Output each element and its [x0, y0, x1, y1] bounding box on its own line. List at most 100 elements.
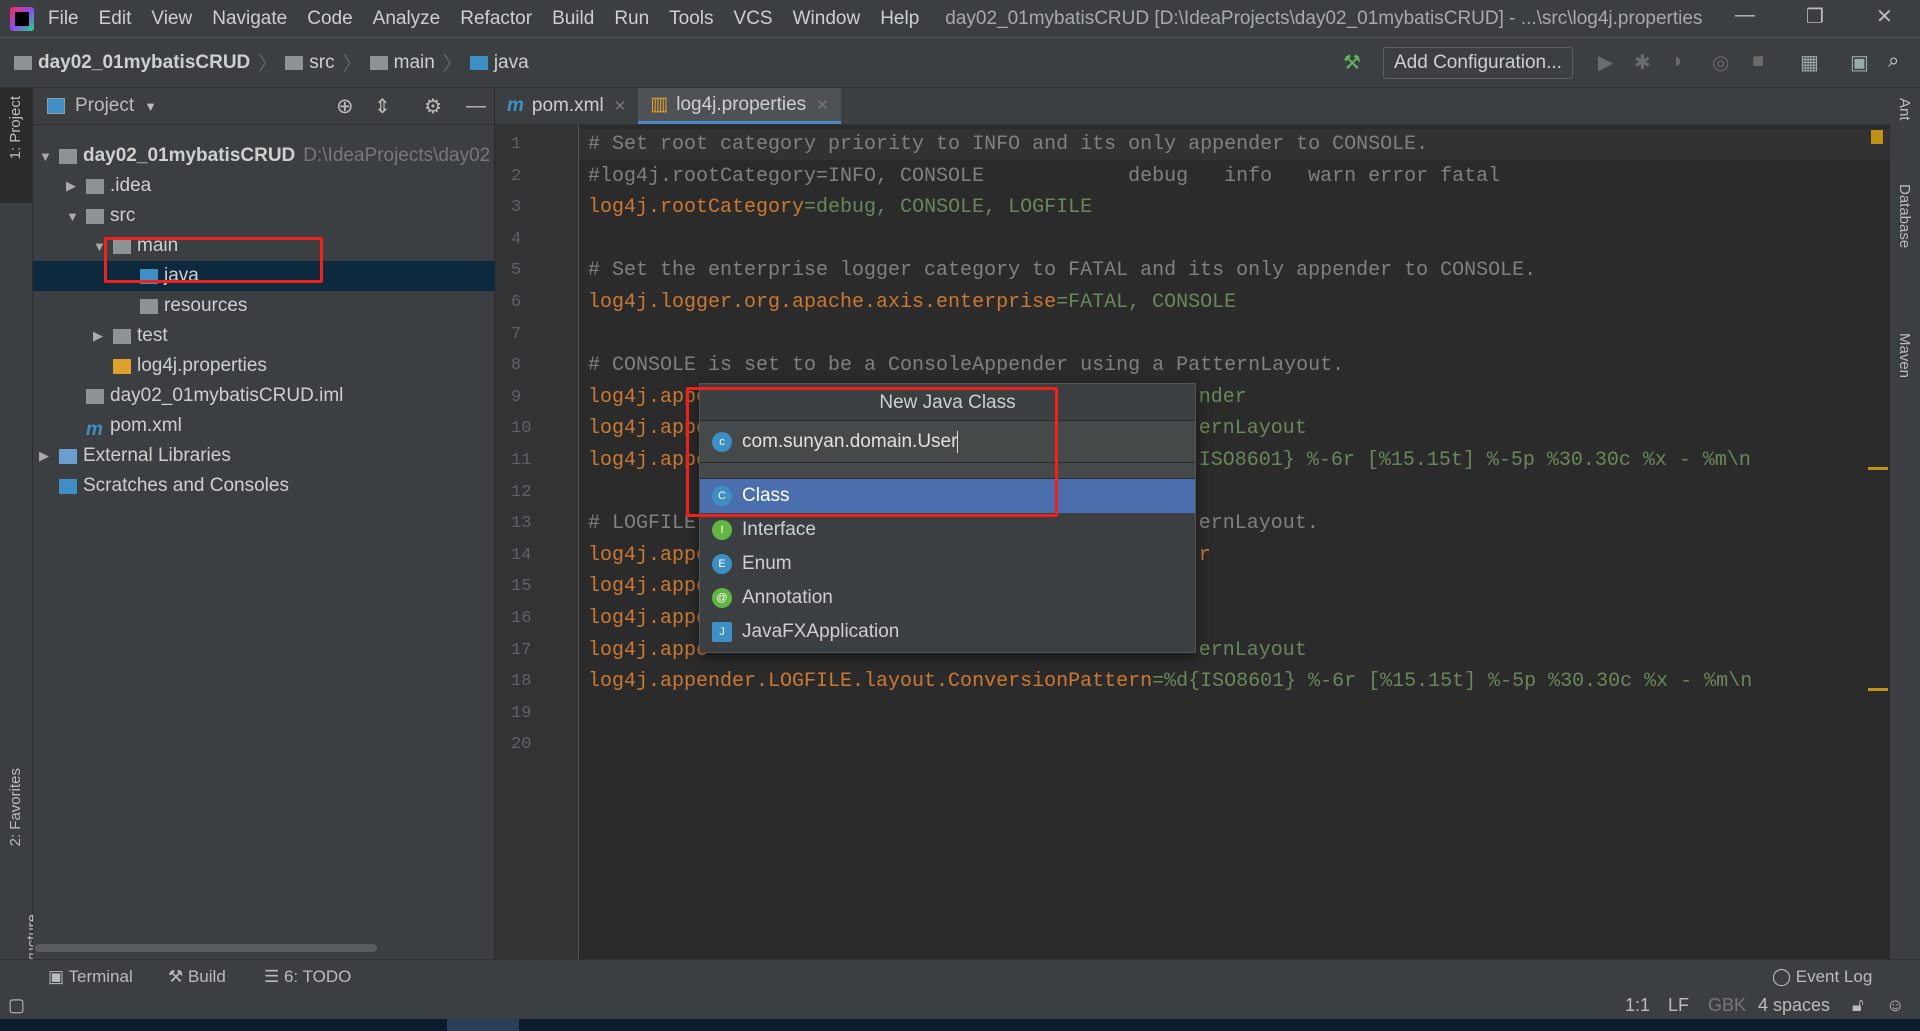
menu-code[interactable]: Code	[307, 8, 352, 30]
menu-edit[interactable]: Edit	[99, 8, 132, 30]
kind-enum[interactable]: E Enum	[700, 547, 1195, 581]
terminal-tool-button[interactable]: ▣ Terminal	[48, 967, 133, 987]
hammer-icon: ⚒	[168, 967, 188, 986]
tree-item-label: External Libraries	[83, 445, 231, 466]
stop-icon[interactable]: ■	[1752, 50, 1764, 73]
collapsed-arrow-icon[interactable]: ▶	[39, 448, 59, 464]
minimize-icon[interactable]: —	[1735, 4, 1755, 27]
breadcrumb-main[interactable]: main	[369, 52, 435, 74]
window-title: day02_01mybatisCRUD [D:\IdeaProjects\day…	[945, 7, 1703, 29]
tree-item[interactable]: ▼ day02_01mybatisCRUD D:\IdeaProjects\day0…	[33, 141, 495, 171]
terminal-window-icon[interactable]: ▣	[1850, 50, 1869, 75]
project-panel: Project ▼ ⊕ ⇕ ⚙ — ▼ day02_01mybatisCRUD D:…	[33, 88, 495, 959]
expanded-arrow-icon[interactable]: ▼	[39, 149, 59, 164]
horizontal-scrollbar[interactable]	[35, 944, 377, 952]
hector-icon[interactable]: ☺	[1886, 995, 1904, 1016]
coverage-icon[interactable]: ◗	[1672, 50, 1684, 73]
tree-item[interactable]: Scratches and Consoles	[33, 471, 495, 501]
menu-tools[interactable]: Tools	[669, 8, 713, 30]
indent-setting[interactable]: 4 spaces	[1758, 995, 1830, 1016]
build-tool-button[interactable]: ⚒ Build	[168, 967, 226, 987]
menu-view[interactable]: View	[151, 8, 192, 30]
tab-pom-xml[interactable]: m pom.xml ✕	[495, 88, 638, 124]
database-tool-button[interactable]: Database	[1896, 184, 1913, 248]
collapsed-arrow-icon[interactable]: ▶	[66, 178, 86, 194]
tree-item-label: pom.xml	[110, 415, 182, 436]
breadcrumb-src[interactable]: src	[285, 52, 335, 74]
code-line-fragment: ernLayout	[1198, 417, 1307, 441]
line-number-gutter: 1 2 3 4 5 6 7 8 9 10 11 12 13 14 15 16 17 18 19 20	[495, 125, 579, 959]
hide-icon[interactable]: —	[466, 95, 486, 118]
tree-item[interactable]: ▶ External Libraries	[33, 441, 495, 471]
menu-navigate[interactable]: Navigate	[212, 8, 287, 30]
code-line-fragment: ernLayout	[1198, 638, 1307, 662]
chevron-right-icon: 〉	[442, 54, 462, 75]
project-view-selector[interactable]: Project	[75, 95, 134, 117]
module-folder-icon	[59, 148, 77, 164]
list-icon: ☰	[264, 967, 284, 986]
line-separator[interactable]: LF	[1668, 995, 1689, 1016]
code-line: # CONSOLE is set to be a ConsoleAppender…	[588, 354, 1345, 378]
tree-item[interactable]: ▶ .idea	[33, 171, 495, 201]
resources-folder-icon	[140, 298, 158, 314]
build-hammer-icon[interactable]: ⚒	[1343, 50, 1361, 75]
line-number: 3	[511, 198, 522, 218]
close-tab-icon[interactable]: ✕	[614, 97, 627, 115]
menu-build[interactable]: Build	[552, 8, 594, 30]
tool-windows-toggle-icon[interactable]: ▢	[8, 995, 25, 1016]
menu-help[interactable]: Help	[880, 8, 919, 30]
expanded-arrow-icon[interactable]: ▼	[66, 209, 86, 224]
line-number: 9	[511, 387, 522, 407]
profile-icon[interactable]: ◎	[1712, 50, 1729, 75]
close-icon[interactable]: ✕	[1876, 4, 1893, 29]
warning-marker-icon[interactable]	[1871, 130, 1883, 144]
menu-file[interactable]: File	[48, 8, 79, 30]
event-log-button[interactable]: ◯ Event Log	[1772, 967, 1872, 987]
kind-label: JavaFXApplication	[742, 621, 900, 642]
maven-tool-button[interactable]: Maven	[1896, 333, 1913, 378]
tree-item[interactable]: resources	[33, 291, 495, 321]
file-encoding[interactable]: GBK	[1708, 995, 1746, 1016]
navigation-bar: day02_01mybatisCRUD 〉 src 〉 main 〉 java …	[0, 37, 1920, 88]
search-icon[interactable]: ⌕	[1888, 50, 1899, 73]
tab-log4j-properties[interactable]: ▥ log4j.properties ✕	[638, 88, 841, 124]
error-stripe-marker[interactable]	[1868, 688, 1888, 691]
menu-analyze[interactable]: Analyze	[373, 8, 441, 30]
tree-item[interactable]: ▼ src	[33, 201, 495, 231]
unlock-icon[interactable]: 🔓︎	[1852, 995, 1864, 1016]
favorites-tool-button[interactable]: 2: Favorites	[7, 768, 24, 846]
close-tab-icon[interactable]: ✕	[816, 96, 829, 114]
add-configuration-button[interactable]: Add Configuration...	[1383, 47, 1573, 79]
source-folder-icon	[469, 55, 488, 70]
kind-interface[interactable]: I Interface	[700, 513, 1195, 547]
menu-refactor[interactable]: Refactor	[460, 8, 532, 30]
breadcrumb-java[interactable]: java	[469, 52, 529, 74]
tree-item[interactable]: day02_01mybatisCRUD.iml	[33, 381, 495, 411]
breadcrumb-project[interactable]: day02_01mybatisCRUD	[14, 52, 250, 74]
kind-annotation[interactable]: @ Annotation	[700, 581, 1195, 615]
error-stripe-marker[interactable]	[1868, 467, 1888, 470]
gear-icon[interactable]: ⚙	[424, 94, 442, 119]
kind-javafxapplication[interactable]: J JavaFXApplication	[700, 615, 1195, 649]
tree-item[interactable]: log4j.properties	[33, 351, 495, 381]
project-structure-icon[interactable]: ▦	[1800, 50, 1819, 75]
todo-tool-button[interactable]: ☰ 6: TODO	[264, 967, 351, 987]
line-number: 14	[511, 545, 532, 565]
ant-tool-button[interactable]: Ant	[1896, 98, 1913, 121]
tree-item[interactable]: m pom.xml	[33, 411, 495, 441]
run-icon[interactable]: ▶	[1598, 50, 1613, 75]
collapse-all-icon[interactable]: ⇕	[374, 94, 391, 119]
line-number: 7	[511, 324, 522, 344]
collapsed-arrow-icon[interactable]: ▶	[93, 328, 113, 344]
caret-position[interactable]: 1:1	[1625, 995, 1650, 1016]
restore-icon[interactable]: ❐	[1806, 4, 1824, 29]
project-tool-button[interactable]: 1: Project	[7, 96, 24, 159]
tree-item[interactable]: ▶ test	[33, 321, 495, 351]
locate-icon[interactable]: ⊕	[336, 94, 354, 119]
menu-window[interactable]: Window	[793, 8, 861, 30]
line-number: 11	[511, 451, 532, 470]
chevron-down-icon[interactable]: ▼	[144, 99, 157, 114]
debug-icon[interactable]: ✱	[1634, 50, 1651, 75]
menu-vcs[interactable]: VCS	[734, 8, 773, 30]
menu-run[interactable]: Run	[614, 8, 649, 30]
